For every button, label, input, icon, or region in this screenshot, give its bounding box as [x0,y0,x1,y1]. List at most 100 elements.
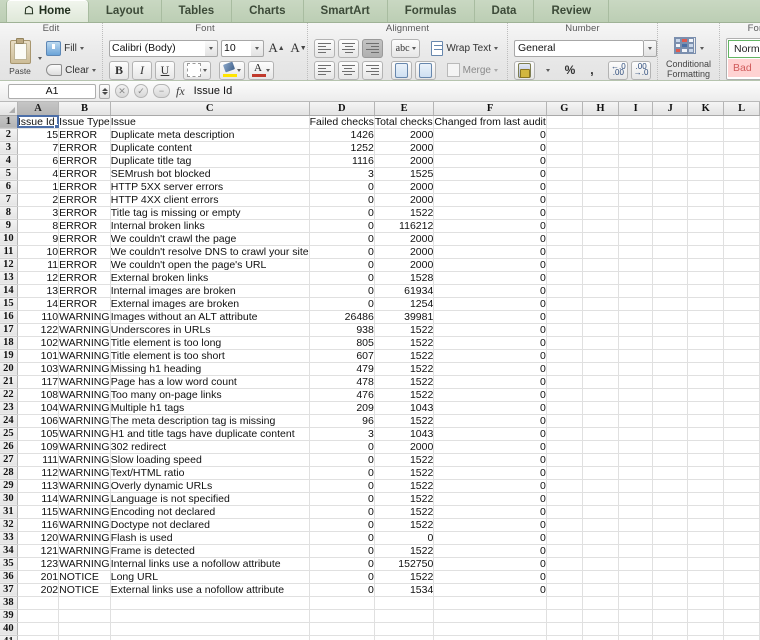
cell-F6[interactable]: 0 [433,180,547,194]
cell-D39[interactable] [309,609,375,623]
cell-F31[interactable]: 0 [433,505,547,519]
cell-L5[interactable] [723,167,760,181]
cell-J39[interactable] [652,609,689,623]
align-top-button[interactable] [314,38,336,58]
row-header-21[interactable]: 21 [0,375,18,389]
cell-E10[interactable]: 2000 [374,232,435,246]
paste-button[interactable]: Paste [6,37,34,79]
cell-E12[interactable]: 2000 [374,258,435,272]
align-right-button[interactable] [361,60,383,80]
cell-J16[interactable] [652,310,689,324]
cell-E39[interactable] [374,609,435,623]
cell-H40[interactable] [582,622,619,636]
cell-J33[interactable] [652,531,689,545]
cell-K15[interactable] [687,297,725,311]
cell-I17[interactable] [618,323,654,337]
cell-D33[interactable]: 0 [309,531,375,545]
cell-B32[interactable]: WARNING [58,518,111,532]
cell-D25[interactable]: 3 [309,427,375,441]
row-header-12[interactable]: 12 [0,258,18,272]
cell-I13[interactable] [618,271,654,285]
cell-C19[interactable]: Title element is too short [110,349,310,363]
cell-B39[interactable] [58,609,111,623]
cell-A13[interactable]: 12 [17,271,60,285]
align-left-button[interactable] [314,60,335,80]
cell-L28[interactable] [723,466,760,480]
cell-G5[interactable] [546,167,583,181]
column-header-D[interactable]: D [309,102,375,116]
cell-E38[interactable] [374,596,435,610]
cancel-icon[interactable]: ✕ [115,84,129,98]
cell-B1[interactable]: Issue Type [58,115,111,129]
cell-C5[interactable]: SEMrush bot blocked [110,167,310,181]
cell-K22[interactable] [687,388,725,402]
cell-F22[interactable]: 0 [433,388,547,402]
cell-F25[interactable]: 0 [433,427,547,441]
row-header-33[interactable]: 33 [0,531,18,545]
cell-L6[interactable] [723,180,760,194]
cell-B12[interactable]: ERROR [58,258,111,272]
cell-H5[interactable] [582,167,619,181]
cell-F26[interactable]: 0 [433,440,547,454]
cell-C12[interactable]: We couldn't open the page's URL [110,258,310,272]
cell-E33[interactable]: 0 [374,531,435,545]
cell-B25[interactable]: WARNING [58,427,111,441]
cell-K2[interactable] [687,128,725,142]
cell-B14[interactable]: ERROR [58,284,111,298]
tab-tables[interactable]: Tables [162,0,233,22]
cell-I35[interactable] [618,557,654,571]
cell-K34[interactable] [687,544,725,558]
cell-G21[interactable] [546,375,583,389]
cell-A30[interactable]: 114 [17,492,60,506]
fill-button[interactable]: Fill [46,40,77,56]
cell-A39[interactable] [17,609,60,623]
cell-K21[interactable] [687,375,725,389]
cell-D3[interactable]: 1252 [309,141,375,155]
cell-A23[interactable]: 104 [17,401,60,415]
cell-K38[interactable] [687,596,725,610]
percent-style-button[interactable]: % [560,61,579,80]
row-header-26[interactable]: 26 [0,440,18,454]
cell-G1[interactable] [546,115,583,129]
cell-G25[interactable] [546,427,583,441]
cell-C1[interactable]: Issue [110,115,310,129]
cell-L37[interactable] [723,583,760,597]
cell-L30[interactable] [723,492,760,506]
cell-A38[interactable] [17,596,60,610]
cell-H26[interactable] [582,440,619,454]
row-header-7[interactable]: 7 [0,193,18,207]
cell-L18[interactable] [723,336,760,350]
cell-H19[interactable] [582,349,619,363]
cell-J40[interactable] [652,622,689,636]
cell-G6[interactable] [546,180,583,194]
row-header-15[interactable]: 15 [0,297,18,311]
cell-G2[interactable] [546,128,583,142]
cell-J5[interactable] [652,167,689,181]
cell-I10[interactable] [618,232,654,246]
cell-J1[interactable] [652,115,689,129]
tab-review[interactable]: Review [534,0,610,22]
cell-G18[interactable] [546,336,583,350]
cell-F37[interactable]: 0 [433,583,547,597]
cell-J26[interactable] [652,440,689,454]
cell-L12[interactable] [723,258,760,272]
cell-E9[interactable]: 116212 [374,219,435,233]
cell-J2[interactable] [652,128,689,142]
cell-J17[interactable] [652,323,689,337]
cell-G38[interactable] [546,596,583,610]
cell-C4[interactable]: Duplicate title tag [110,154,310,168]
cell-F5[interactable]: 0 [433,167,547,181]
cell-C23[interactable]: Multiple h1 tags [110,401,310,415]
cell-A15[interactable]: 14 [17,297,60,311]
row-header-20[interactable]: 20 [0,362,18,376]
cell-E11[interactable]: 2000 [374,245,435,259]
cell-J30[interactable] [652,492,689,506]
cell-G19[interactable] [546,349,583,363]
cell-C35[interactable]: Internal links use a nofollow attribute [110,557,310,571]
cell-K13[interactable] [687,271,725,285]
cell-A24[interactable]: 106 [17,414,60,428]
cell-A22[interactable]: 108 [17,388,60,402]
cell-G14[interactable] [546,284,583,298]
borders-button[interactable] [183,60,211,80]
cell-K41[interactable] [687,635,725,640]
